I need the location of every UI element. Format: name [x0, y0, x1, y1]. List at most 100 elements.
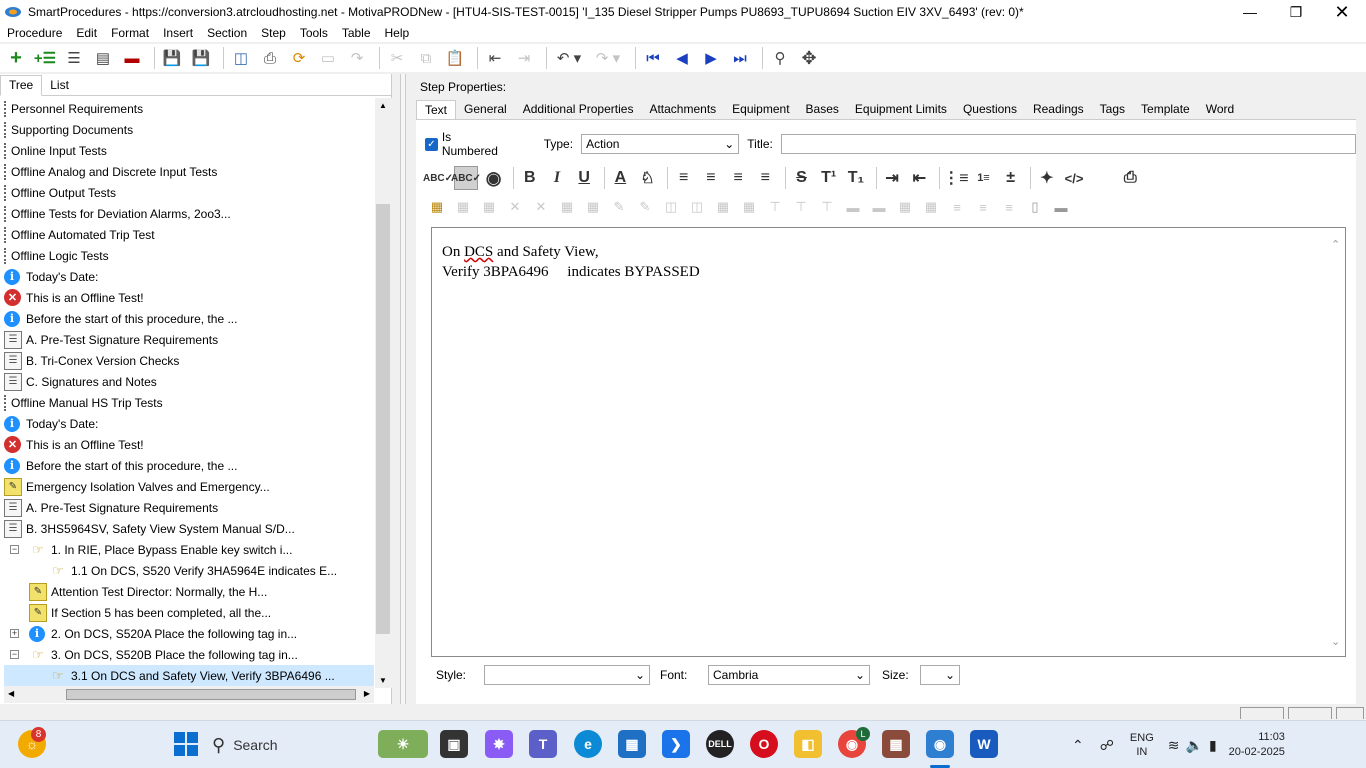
list-icon[interactable]: ☰: [62, 46, 86, 70]
tab-word[interactable]: Word: [1198, 100, 1242, 120]
tree-item[interactable]: i Today's Date:: [4, 413, 98, 434]
fill-color-icon[interactable]: ♘: [636, 166, 659, 190]
tab-tags[interactable]: Tags: [1092, 100, 1133, 120]
row-adjust-icon[interactable]: ⊤: [816, 198, 838, 216]
align-middle-icon[interactable]: ≡: [972, 198, 994, 216]
volume-icon[interactable]: 🔈: [1186, 737, 1203, 754]
font-select[interactable]: Cambria ⌄: [708, 665, 870, 685]
network-settings-icon[interactable]: ☍: [1100, 737, 1114, 754]
menu-table[interactable]: Table: [335, 26, 378, 40]
row-marker-icon[interactable]: ▬: [1050, 198, 1072, 216]
step-text-editor[interactable]: On DCS and Safety View, Verify 3BPA6496 …: [431, 227, 1346, 657]
tab-equipment[interactable]: Equipment: [724, 100, 797, 120]
tree-hscroll-thumb[interactable]: [66, 689, 356, 700]
scroll-right-icon[interactable]: ▶: [364, 689, 370, 698]
align-bottom-icon[interactable]: ≡: [998, 198, 1020, 216]
paste-icon[interactable]: 📋: [443, 46, 467, 70]
title-input[interactable]: [780, 134, 1356, 154]
strikethrough-icon[interactable]: S: [790, 166, 813, 190]
tab-tree[interactable]: Tree: [0, 75, 43, 96]
tree-vertical-scrollbar[interactable]: ▲ ▼: [375, 98, 392, 688]
subscript-icon[interactable]: T₁: [844, 166, 867, 190]
row-height-icon[interactable]: ▦: [920, 198, 942, 216]
tab-readings[interactable]: Readings: [1025, 100, 1092, 120]
find-icon[interactable]: ⚲: [768, 46, 792, 70]
magic-wand-icon[interactable]: ✦: [1035, 166, 1058, 190]
tree-item[interactable]: ☰ A. Pre-Test Signature Requirements: [4, 329, 218, 350]
cut-icon[interactable]: ✂: [385, 46, 409, 70]
insert-row-below-icon[interactable]: ▦: [582, 198, 604, 216]
app-icon[interactable]: ▦: [882, 730, 910, 758]
tab-additional-properties[interactable]: Additional Properties: [515, 100, 642, 120]
word-icon[interactable]: W: [970, 730, 998, 758]
collapse-icon[interactable]: −: [10, 545, 19, 554]
copy-icon[interactable]: ⧉: [414, 46, 438, 70]
tab-list[interactable]: List: [42, 76, 77, 95]
tab-bases[interactable]: Bases: [798, 100, 847, 120]
cell-edit-icon[interactable]: ✎: [608, 198, 630, 216]
insert-table-icon[interactable]: ▦: [426, 198, 448, 216]
auto-spellcheck-icon[interactable]: ABC✓: [451, 166, 481, 190]
tree-item[interactable]: Offline Automated Trip Test: [4, 224, 155, 245]
menu-step[interactable]: Step: [254, 26, 293, 40]
style-select[interactable]: ⌄: [484, 665, 650, 685]
pane-splitter[interactable]: [400, 74, 406, 704]
tree-item[interactable]: Online Input Tests: [4, 140, 107, 161]
tree-item[interactable]: Offline Output Tests: [4, 182, 116, 203]
language-indicator[interactable]: ENG IN: [1130, 731, 1154, 759]
window-icon[interactable]: ▭: [316, 46, 340, 70]
save-icon[interactable]: 💾: [189, 46, 213, 70]
underline-icon[interactable]: U: [573, 166, 596, 190]
tab-general[interactable]: General: [456, 100, 515, 120]
tree-item[interactable]: − ☞ 3. On DCS, S520B Place the following t…: [4, 644, 298, 665]
save-all-icon[interactable]: 💾: [160, 46, 184, 70]
outdent-icon[interactable]: ⇤: [483, 46, 507, 70]
task-view-icon[interactable]: ▣: [440, 730, 468, 758]
tree-item[interactable]: i Today's Date:: [4, 266, 98, 287]
align-right-icon[interactable]: ≡: [727, 166, 750, 190]
tree-scroll-thumb[interactable]: [376, 204, 390, 634]
add-icon[interactable]: +: [4, 46, 28, 70]
column-width-icon[interactable]: ▦: [894, 198, 916, 216]
opera-icon[interactable]: O: [750, 730, 778, 758]
tab-template[interactable]: Template: [1133, 100, 1198, 120]
menu-procedure[interactable]: Procedure: [0, 26, 69, 40]
is-numbered-checkbox[interactable]: ✓: [425, 137, 438, 151]
battery-icon[interactable]: ▮: [1209, 737, 1217, 754]
align-top-icon[interactable]: ≡: [946, 198, 968, 216]
tree-item[interactable]: + i 2. On DCS, S520A Place the following t…: [4, 623, 297, 644]
collapse-icon[interactable]: −: [10, 650, 19, 659]
previous-step-icon[interactable]: ◀: [670, 46, 694, 70]
size-select[interactable]: ⌄: [920, 665, 960, 685]
menu-format[interactable]: Format: [104, 26, 156, 40]
insert-row-above-icon[interactable]: ▦: [556, 198, 578, 216]
taskbar-search[interactable]: ⚲ Search: [212, 729, 372, 761]
insert-column-left-icon[interactable]: ◫: [660, 198, 682, 216]
undo-icon[interactable]: ↶ ▾: [552, 46, 586, 70]
tree-horizontal-scrollbar[interactable]: ◀ ▶: [4, 686, 374, 703]
merge-cell-icon[interactable]: ▦: [738, 198, 760, 216]
tree-item[interactable]: Offline Manual HS Trip Tests: [4, 392, 163, 413]
tree-item[interactable]: Supporting Documents: [4, 119, 133, 140]
scroll-down-icon[interactable]: ▼: [379, 676, 387, 685]
tree-item[interactable]: ☰ A. Pre-Test Signature Requirements: [4, 497, 218, 518]
tree-item-selected[interactable]: ☞ 3.1 On DCS and Safety View, Verify 3BPA…: [4, 665, 374, 686]
column-marker-icon[interactable]: ▯: [1024, 198, 1046, 216]
tree-item[interactable]: ☰ B. 3HS5964SV, Safety View System Manual…: [4, 518, 295, 539]
weather-widget-icon[interactable]: ☀: [378, 730, 428, 758]
list-view-icon[interactable]: ▤: [91, 46, 115, 70]
cell-shade-icon[interactable]: ▬: [868, 198, 890, 216]
delete-row-icon[interactable]: ✕: [504, 198, 526, 216]
tree-item[interactable]: Personnel Requirements: [4, 98, 143, 119]
menu-section[interactable]: Section: [200, 26, 254, 40]
expand-icon[interactable]: +: [10, 629, 19, 638]
store-icon[interactable]: ▦: [618, 730, 646, 758]
menu-edit[interactable]: Edit: [69, 26, 104, 40]
print-icon[interactable]: ⎙: [258, 46, 282, 70]
editor-content[interactable]: On DCS and Safety View, Verify 3BPA6496 …: [442, 242, 700, 282]
decrease-indent-icon[interactable]: ⇤: [908, 166, 931, 190]
split-cell-icon[interactable]: ▦: [712, 198, 734, 216]
tree-item[interactable]: i Before the start of this procedure, the…: [4, 308, 237, 329]
file-explorer-icon[interactable]: ◧: [794, 730, 822, 758]
tree-item[interactable]: − ☞ 1. In RIE, Place Bypass Enable key swi…: [4, 539, 292, 560]
